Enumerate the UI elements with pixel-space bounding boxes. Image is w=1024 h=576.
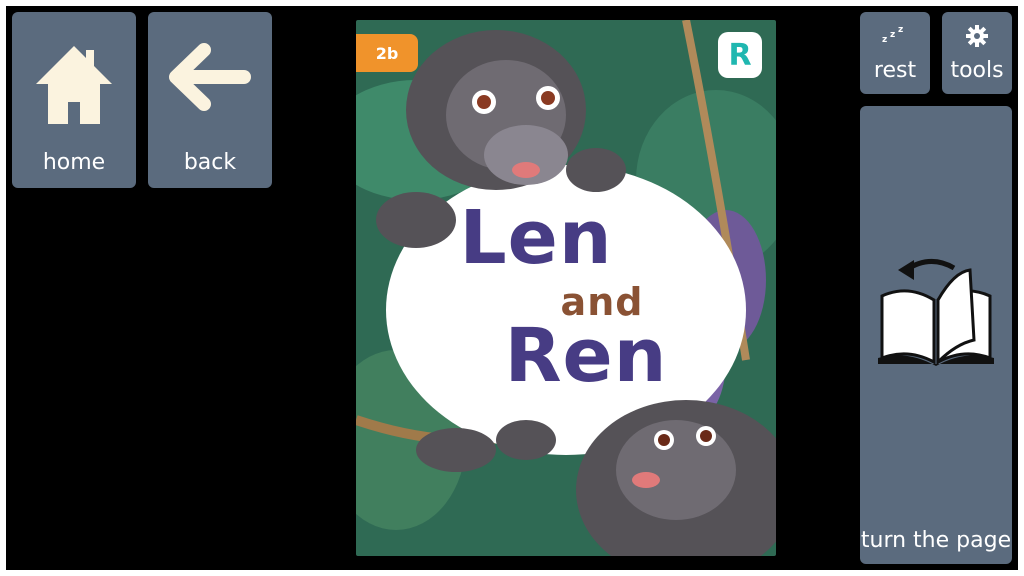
tools-button[interactable]: tools <box>942 12 1012 94</box>
svg-text:z: z <box>882 35 887 44</box>
home-button[interactable]: home <box>12 12 136 188</box>
home-icon <box>36 46 112 124</box>
book-page-turn-icon <box>878 259 994 366</box>
rest-label: rest <box>873 58 917 83</box>
turn-page-button[interactable]: turn the page <box>860 106 1012 564</box>
rest-button[interactable]: z z z rest <box>860 12 930 94</box>
turn-page-label: turn the page <box>860 528 1012 553</box>
gear-icon <box>966 25 988 47</box>
app-screen: home back z z z rest tools turn the page… <box>6 6 1018 570</box>
svg-text:z: z <box>898 25 903 35</box>
brand-logo: R <box>718 32 762 78</box>
arrow-left-icon <box>169 43 251 111</box>
title-line-1: Len <box>459 195 613 281</box>
level-badge: 2b <box>356 34 418 72</box>
tools-label: tools <box>950 58 1004 83</box>
home-label: home <box>42 150 106 175</box>
svg-text:z: z <box>890 30 895 40</box>
book-cover[interactable]: 2b R Len and Ren <box>356 20 776 556</box>
back-label: back <box>183 150 237 175</box>
sleep-zzz-icon: z z z <box>882 25 903 44</box>
back-button[interactable]: back <box>148 12 272 188</box>
title-line-3: Ren <box>504 313 668 399</box>
